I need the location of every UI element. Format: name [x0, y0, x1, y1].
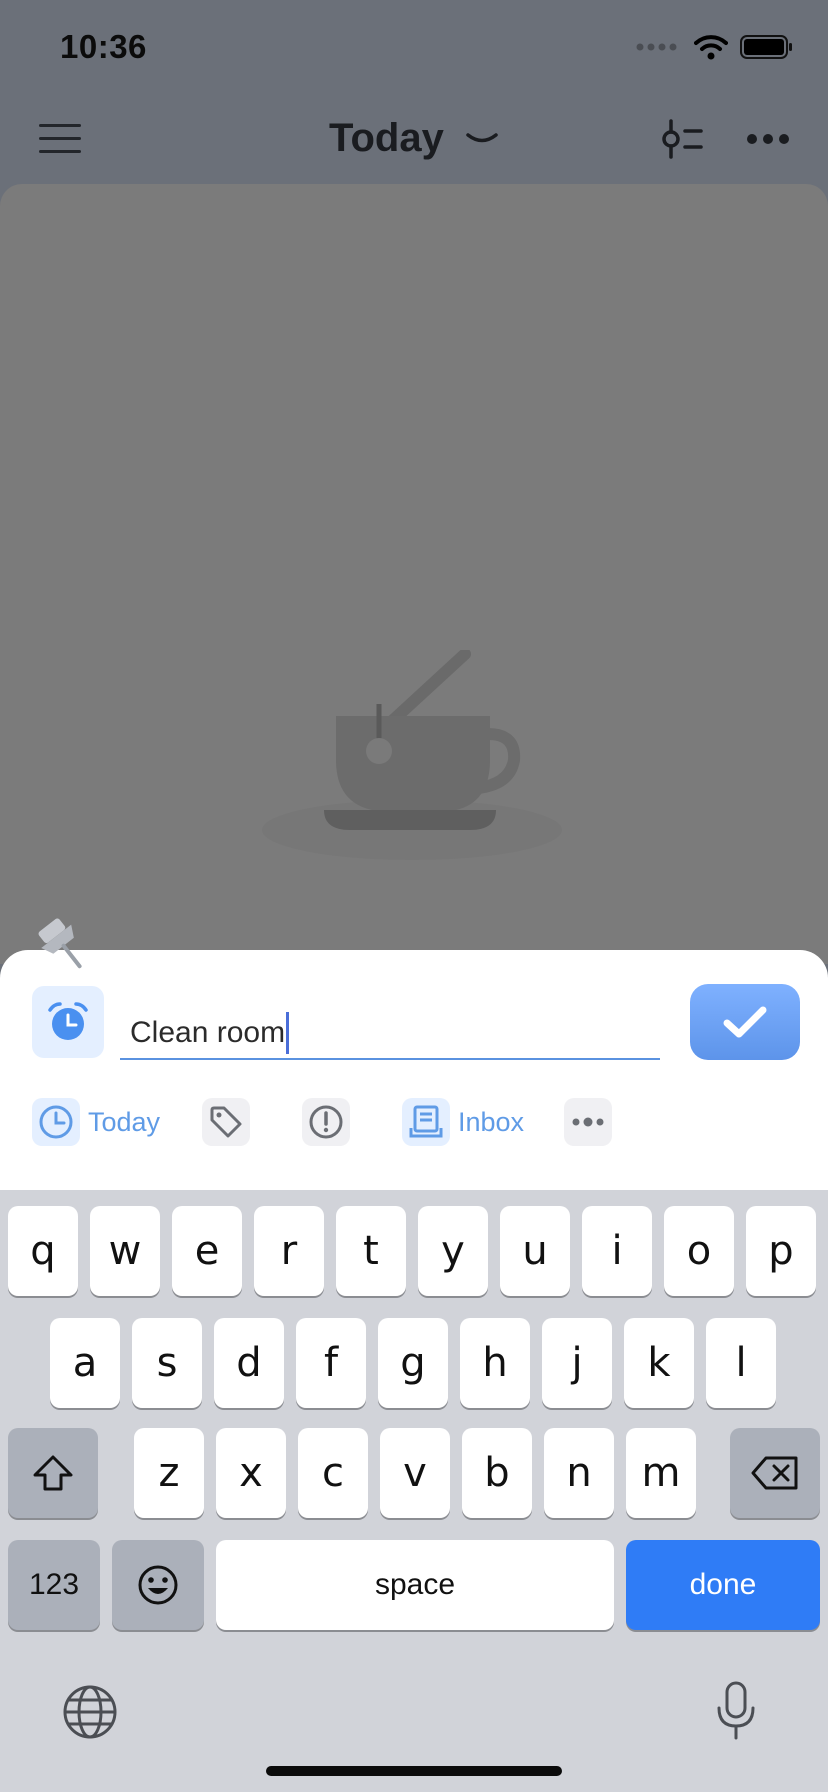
confirm-add-button[interactable] — [690, 984, 800, 1060]
clock-icon — [39, 1105, 73, 1139]
key-a[interactable]: a — [50, 1318, 120, 1408]
more-dots-icon — [747, 134, 789, 144]
done-key[interactable]: done — [626, 1540, 820, 1630]
emoji-key[interactable] — [112, 1540, 204, 1630]
key-t[interactable]: t — [336, 1206, 406, 1296]
key-d[interactable]: d — [214, 1318, 284, 1408]
priority-alert-icon — [309, 1105, 343, 1139]
due-date-label: Today — [88, 1106, 161, 1137]
numbers-key[interactable]: 123 — [8, 1540, 100, 1630]
coffee-cup-icon — [262, 650, 562, 860]
key-r[interactable]: r — [254, 1206, 324, 1296]
tag-chip[interactable] — [202, 1098, 250, 1146]
reminder-button[interactable] — [32, 986, 104, 1058]
dictation-key[interactable] — [706, 1674, 766, 1748]
task-title-text: Clean room — [130, 1016, 286, 1049]
list-chip[interactable]: Inbox — [402, 1098, 524, 1146]
tag-icon — [210, 1106, 242, 1138]
key-h[interactable]: h — [460, 1318, 530, 1408]
key-n[interactable]: n — [544, 1428, 614, 1518]
shift-key[interactable] — [8, 1428, 98, 1518]
backspace-key[interactable] — [730, 1428, 820, 1518]
key-y[interactable]: y — [418, 1206, 488, 1296]
key-w[interactable]: w — [90, 1206, 160, 1296]
key-q[interactable]: q — [8, 1206, 78, 1296]
cellular-signal-icon — [636, 43, 677, 51]
due-date-chip[interactable]: Today — [32, 1098, 160, 1146]
key-j[interactable]: j — [542, 1318, 612, 1408]
key-u[interactable]: u — [500, 1206, 570, 1296]
more-options-button[interactable] — [742, 118, 794, 160]
list-label: Inbox — [458, 1106, 525, 1137]
priority-chip[interactable] — [302, 1098, 350, 1146]
alarm-clock-icon — [48, 1002, 88, 1040]
key-v[interactable]: v — [380, 1428, 450, 1518]
key-s[interactable]: s — [132, 1318, 202, 1408]
wifi-icon — [694, 35, 728, 60]
key-p[interactable]: p — [746, 1206, 816, 1296]
chevron-down-icon — [466, 133, 498, 143]
key-k[interactable]: k — [624, 1318, 694, 1408]
more-attributes-chip[interactable] — [564, 1098, 612, 1146]
filter-sort-icon — [662, 119, 703, 159]
key-z[interactable]: z — [134, 1428, 204, 1518]
key-e[interactable]: e — [172, 1206, 242, 1296]
nav-bar: Today — [0, 96, 828, 184]
key-c[interactable]: c — [298, 1428, 368, 1518]
checkmark-icon — [723, 1006, 767, 1038]
pin-icon[interactable] — [30, 918, 90, 974]
microphone-icon — [717, 1681, 755, 1740]
emoji-icon — [138, 1565, 178, 1605]
globe-icon — [63, 1685, 117, 1739]
shift-arrow-icon — [33, 1455, 73, 1491]
status-bar: 10:36 — [0, 0, 828, 96]
home-indicator — [266, 1766, 562, 1776]
key-f[interactable]: f — [296, 1318, 366, 1408]
keyboard: qwertyuiop asdfghjkl zxcvbnm 123 space d… — [0, 1190, 828, 1792]
key-m[interactable]: m — [626, 1428, 696, 1518]
task-title-input[interactable]: Clean room — [120, 1000, 660, 1060]
key-x[interactable]: x — [216, 1428, 286, 1518]
inbox-list-icon — [409, 1105, 443, 1138]
more-dots-icon — [572, 1117, 604, 1127]
space-key[interactable]: space — [216, 1540, 614, 1630]
page-title: Today — [329, 116, 444, 160]
key-o[interactable]: o — [664, 1206, 734, 1296]
battery-icon — [740, 35, 792, 59]
status-time: 10:36 — [60, 28, 147, 65]
status-icons — [636, 34, 794, 60]
view-options-button[interactable] — [654, 114, 708, 164]
key-l[interactable]: l — [706, 1318, 776, 1408]
text-cursor — [286, 1012, 290, 1054]
key-g[interactable]: g — [378, 1318, 448, 1408]
backspace-icon — [751, 1456, 798, 1490]
key-b[interactable]: b — [462, 1428, 532, 1518]
globe-key[interactable] — [58, 1680, 122, 1744]
key-i[interactable]: i — [582, 1206, 652, 1296]
